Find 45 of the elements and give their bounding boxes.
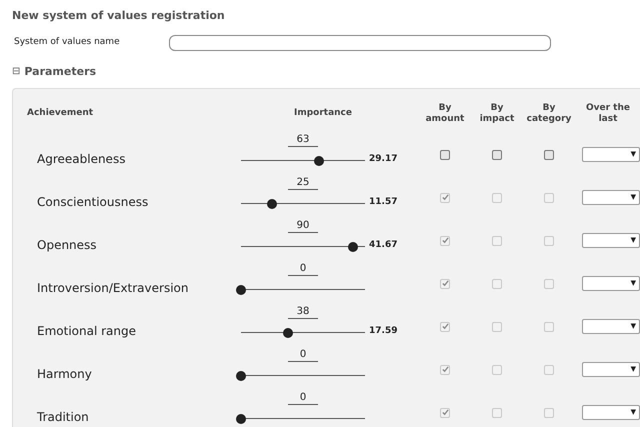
- checkmark-icon: [442, 237, 448, 244]
- checkmark-icon: [442, 409, 448, 416]
- importance-value: 63: [288, 133, 318, 147]
- column-header: Over the last: [584, 102, 631, 126]
- checkbox[interactable]: [544, 150, 554, 160]
- weight-value: 11.57: [369, 196, 398, 208]
- column-header: By amount: [424, 102, 466, 126]
- achievement-name: Harmony: [37, 366, 92, 383]
- section-title: Parameters: [24, 64, 96, 80]
- column-header: Achievement: [26, 107, 94, 120]
- weight-value: 17.59: [369, 324, 398, 338]
- achievement-name: Openness: [37, 237, 97, 254]
- column-header: By impact: [478, 102, 516, 126]
- checkbox[interactable]: [492, 150, 502, 160]
- column-header: Importance: [292, 107, 353, 120]
- slider-handle[interactable]: [314, 156, 324, 166]
- checkmark-icon: [442, 194, 448, 201]
- importance-value: 38: [288, 305, 318, 319]
- achievement-name: Introversion/Extraversion: [37, 280, 188, 297]
- importance-value: 0: [288, 391, 318, 405]
- importance-value: 0: [288, 262, 318, 276]
- checkmark-icon: [442, 366, 448, 373]
- achievement-name: Conscientiousness: [37, 194, 148, 211]
- slider-handle[interactable]: [236, 285, 246, 295]
- weight-value: 29.17: [369, 152, 398, 166]
- importance-value: 0: [288, 348, 318, 362]
- slider-handle[interactable]: [283, 328, 294, 338]
- checkbox[interactable]: [440, 150, 450, 160]
- slider-handle[interactable]: [348, 242, 358, 252]
- page-title: New system of values registration: [12, 8, 225, 24]
- achievement-name: Emotional range: [37, 323, 136, 340]
- name-field[interactable]: [169, 35, 551, 51]
- achievement-name: Tradition: [37, 409, 89, 426]
- achievement-name: Agreeableness: [37, 151, 126, 168]
- slider-handle[interactable]: [236, 414, 246, 424]
- column-header: By category: [526, 102, 572, 126]
- importance-value: 90: [288, 219, 318, 233]
- importance-value: 25: [288, 176, 318, 190]
- slider-handle[interactable]: [267, 199, 277, 209]
- field-label: System of values name: [14, 36, 121, 50]
- checkmark-icon: [442, 323, 448, 330]
- checkmark-icon: [442, 280, 448, 287]
- weight-value: 41.67: [369, 238, 398, 252]
- collapse-toggle[interactable]: ⊟: [12, 67, 20, 78]
- slider-handle[interactable]: [236, 371, 246, 381]
